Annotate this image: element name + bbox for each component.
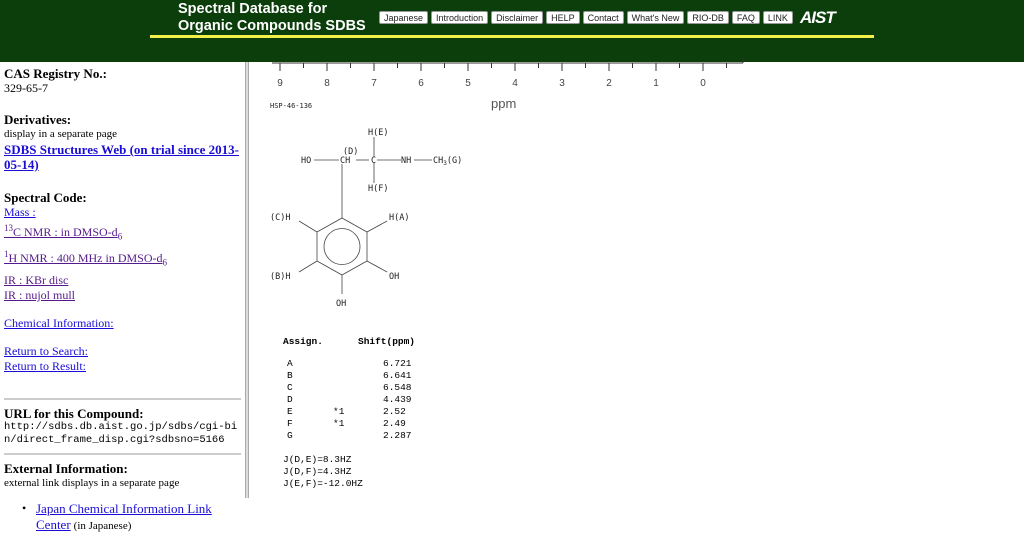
label-h-e: H(E)	[368, 128, 388, 138]
tick-label: 9	[277, 78, 283, 89]
shift-cell: 2.52	[383, 406, 406, 417]
label-nh: NH	[401, 156, 411, 166]
shift-cell: 6.641	[383, 370, 412, 381]
spectrum-code: HSP-46-136	[270, 102, 312, 110]
label-h-a: H(A)	[389, 213, 409, 223]
bullet: •	[22, 500, 27, 515]
shift-cell: 4.439	[383, 394, 412, 405]
label-oh-4: OH	[336, 299, 346, 309]
label-b-h: (B)H	[270, 272, 290, 282]
tick-label: 5	[465, 78, 471, 89]
tick-label: 4	[512, 78, 518, 89]
coupling-constant: J(D,E)=8.3HZ	[283, 454, 352, 465]
assign-cell: B	[287, 370, 293, 381]
tick-label: 3	[559, 78, 565, 89]
tick-label: 6	[418, 78, 424, 89]
ppm-tick-labels: 9 8 7 6 5 4 3 2 1 0	[277, 78, 706, 89]
label-ho: HO	[301, 156, 311, 166]
spectrum-structure: 9 8 7 6 5 4 3 2 1 0 ppm HSP-46-136 H(E) (D) HO CH…	[270, 58, 744, 309]
label-ch3: CH3(G)	[433, 156, 462, 167]
tick-label: 0	[700, 78, 706, 89]
col-shift: Shift(ppm)	[358, 336, 416, 347]
jcilc-note: (in Japanese)	[73, 519, 132, 532]
bonds	[298, 137, 432, 294]
col-assign: Assign.	[283, 336, 323, 347]
list-item: • Japan Chemical Information Link Center …	[22, 501, 241, 534]
label-c-h: (C)H	[270, 213, 290, 223]
assign-cell: C	[287, 382, 293, 393]
ppm-axis	[272, 58, 744, 71]
shift-cell: 2.49	[383, 418, 406, 429]
tick-label: 2	[606, 78, 612, 89]
axis-label: ppm	[491, 96, 516, 111]
assign-cell: D	[287, 394, 293, 405]
label-c: C	[371, 156, 376, 166]
coupling-constant: J(E,F)=-12.0HZ	[283, 478, 363, 489]
label-h-f: H(F)	[368, 184, 388, 194]
assign-cell: E	[287, 406, 293, 417]
shift-cell: 2.287	[383, 430, 412, 441]
assign-cell: A	[287, 358, 293, 369]
assign-cell: G	[287, 430, 293, 441]
tick-label: 1	[653, 78, 659, 89]
note-cell: *1	[333, 418, 345, 429]
assign-cell: F	[287, 418, 293, 429]
label-oh-3: OH	[389, 272, 399, 282]
tick-label: 8	[324, 78, 330, 89]
shift-cell: 6.548	[383, 382, 412, 393]
label-ch: CH	[340, 156, 350, 166]
coupling-constant: J(D,F)=4.3HZ	[283, 466, 352, 477]
shift-cell: 6.721	[383, 358, 412, 369]
note-cell: *1	[333, 406, 345, 417]
tick-label: 7	[371, 78, 377, 89]
molecule-structure: H(E) (D) HO CH C NH CH3(G) H(F) (C)H H(A…	[270, 128, 462, 309]
